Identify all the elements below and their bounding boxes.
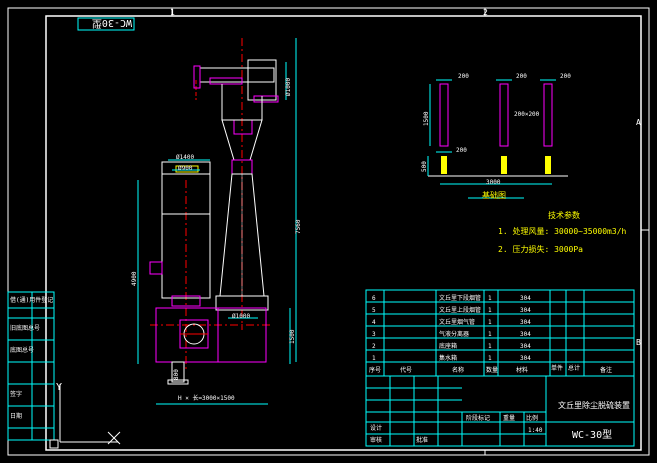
side-registration-table: 借(通)用件登记 旧底图总号 底图总号 签字 日期 xyxy=(7,291,55,441)
title-model: WC-30型 xyxy=(572,428,612,441)
bom-row-name: 文丘里烟气管 xyxy=(439,318,475,326)
fdn-dim-200-b: 200 xyxy=(516,73,527,80)
bom-row-name: 集水箱 xyxy=(439,354,457,362)
bom-row-name: 文丘里上段烟管 xyxy=(439,306,481,314)
bom-row-mat: 304 xyxy=(520,355,531,362)
fdn-height-500: 500 xyxy=(421,161,428,172)
zone-label-a: A xyxy=(636,118,641,127)
dim-cone-base: Ø1000 xyxy=(232,313,250,320)
bom-row-no: 5 xyxy=(372,307,376,314)
bom-row-name: 气液分离器 xyxy=(439,330,469,338)
zone-label-2: 2 xyxy=(483,8,488,17)
bom-row-name: 底座箱 xyxy=(439,342,457,350)
ucs-icon: Y xyxy=(49,382,118,449)
bom-row-qty: 1 xyxy=(488,355,492,362)
bom-h-wt1: 单件 xyxy=(551,364,563,372)
drawing-stamp: WC-30型 xyxy=(92,17,132,30)
side-label-2: 旧底图总号 xyxy=(10,324,40,332)
bom-row-name: 文丘里下段烟管 xyxy=(439,294,481,302)
zone-label-b: B xyxy=(636,338,641,347)
bom-row-mat: 304 xyxy=(520,295,531,302)
bom-h-qty: 数量 xyxy=(486,366,498,374)
zone-label-1: 1 xyxy=(170,8,175,17)
bom-row-mat: 304 xyxy=(520,331,531,338)
dim-base-height: 1500 xyxy=(289,329,296,344)
side-label-3: 底图总号 xyxy=(10,346,34,354)
ucs-y-label: Y xyxy=(56,382,62,393)
bom-row-no: 1 xyxy=(372,355,376,362)
title-block[interactable]: 文丘里除尘脱硫装置 WC-30型 1:40 设计 审核 批准 阶段标记 重量 比… xyxy=(365,375,635,447)
title-project: 文丘里除尘脱硫装置 xyxy=(558,400,630,410)
foundation-drawing[interactable]: 200 200 200 200 200×200 1500 500 3000 基础… xyxy=(421,73,571,200)
fdn-dim-200x200: 200×200 xyxy=(514,111,540,118)
scrubber-elevation[interactable]: Ø1000 Ø1400 Ø900 4900 7560 Ø1000 1500 80… xyxy=(131,38,302,405)
fdn-dim-200-c: 200 xyxy=(560,73,571,80)
title-label-approve: 批准 xyxy=(416,436,428,444)
title-label-check: 审核 xyxy=(370,436,382,444)
bom-h-note: 备注 xyxy=(600,366,612,374)
bom-h-no: 序号 xyxy=(369,366,381,374)
tech-item-1: 1. 处理风量: 30000~35000m3/h xyxy=(498,226,627,236)
title-label-weight: 重量 xyxy=(503,414,515,422)
side-label-5: 日期 xyxy=(10,412,22,420)
dim-tower-inner: Ø900 xyxy=(178,165,193,172)
fdn-caption: 基础图 xyxy=(482,190,506,200)
fdn-height-1500: 1500 xyxy=(423,111,430,126)
bom-row-mat: 304 xyxy=(520,343,531,350)
tech-params: 技术参数 1. 处理风量: 30000~35000m3/h 2. 压力损失: 3… xyxy=(498,210,627,254)
bom-row-no: 2 xyxy=(372,343,376,350)
bom-row-no: 3 xyxy=(372,331,376,338)
fdn-dim-200-a: 200 xyxy=(458,73,469,80)
tech-item-2: 2. 压力损失: 3000Pa xyxy=(498,244,583,254)
bom-table[interactable]: 6 文丘里下段烟管 1 304 5 文丘里上段烟管 1 304 4 文丘里烟气管 1 304 3 气液分离… xyxy=(365,289,635,377)
bom-h-mat: 材料 xyxy=(516,366,528,374)
bom-row-mat: 304 xyxy=(520,319,531,326)
cad-drawing-canvas[interactable]: 1 2 A B WC-30型 借(通)用件登记 旧底图总号 底图总号 签字 日期 xyxy=(0,0,657,463)
dim-top-pipe: Ø1000 xyxy=(285,78,292,96)
bom-h-wt2: 总计 xyxy=(568,364,580,372)
side-label-4: 签字 xyxy=(10,390,22,398)
dim-total-height: 7560 xyxy=(295,219,302,234)
title-scale: 1:40 xyxy=(528,427,543,434)
dim-outlet: 800 xyxy=(173,369,180,380)
fdn-dim-200-d: 200 xyxy=(456,147,467,154)
title-label-stage: 阶段标记 xyxy=(466,414,490,422)
bom-h-code: 代号 xyxy=(400,366,412,374)
bom-row-qty: 1 xyxy=(488,331,492,338)
bom-row-qty: 1 xyxy=(488,307,492,314)
title-label-ratio: 比例 xyxy=(526,414,538,422)
side-label-1: 借(通)用件登记 xyxy=(10,296,53,304)
bom-row-no: 4 xyxy=(372,319,376,326)
bom-row-qty: 1 xyxy=(488,319,492,326)
bom-row-qty: 1 xyxy=(488,343,492,350)
bom-row-mat: 304 xyxy=(520,307,531,314)
tech-title: 技术参数 xyxy=(548,210,580,220)
dim-base-size: H × 长=3000×1500 xyxy=(178,394,235,402)
dim-tower-top: Ø1400 xyxy=(176,154,194,161)
dim-tower-height: 4900 xyxy=(131,271,138,286)
bom-row-qty: 1 xyxy=(488,295,492,302)
bom-row-no: 6 xyxy=(372,295,376,302)
bom-h-name: 名称 xyxy=(452,366,464,374)
title-label-design: 设计 xyxy=(370,424,382,432)
fdn-width-3000: 3000 xyxy=(486,179,501,186)
